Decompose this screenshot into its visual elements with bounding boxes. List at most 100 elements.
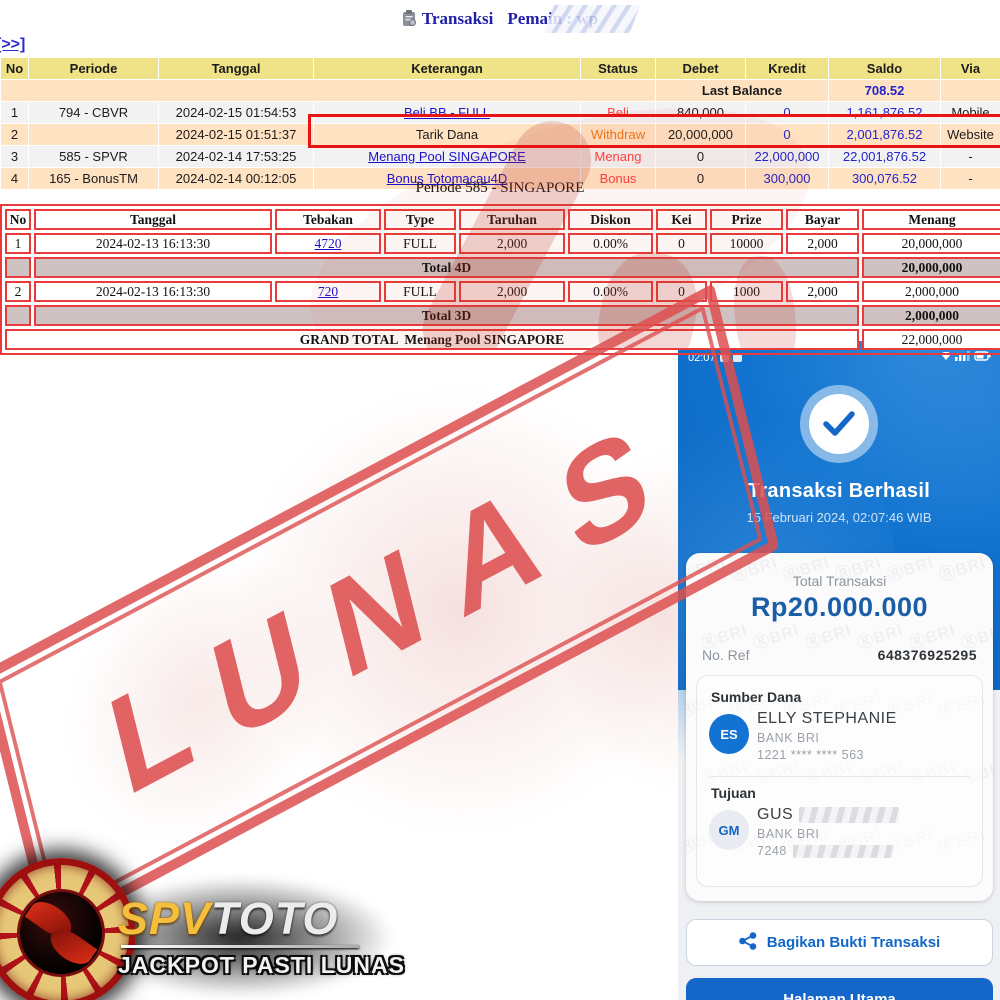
cell-tanggal: 2024-02-14 17:53:25 [159, 146, 314, 168]
cell-prize: 1000 [710, 281, 783, 302]
total-4d-row: Total 4D 20,000,000 [5, 257, 1000, 278]
col-bayar: Bayar [786, 209, 859, 230]
tebakan-link[interactable]: 720 [318, 284, 338, 299]
divider [709, 776, 970, 777]
table-row-highlighted: 2 2024-02-15 01:51:37 Tarik Dana Withdra… [1, 124, 1000, 146]
total-4d-value: 20,000,000 [862, 257, 1000, 278]
cell-debet: 20,000,000 [656, 124, 746, 146]
bet-row: 1 2024-02-13 16:13:30 4720 FULL 2,000 0.… [5, 233, 1000, 254]
cell-kredit: 22,000,000 [746, 146, 829, 168]
brand-name-gold: SPV [118, 893, 211, 944]
censored-name [799, 807, 899, 823]
success-check-icon [800, 385, 878, 463]
cell-kredit: 0 [746, 124, 829, 146]
cell-diskon: 0.00% [568, 281, 653, 302]
last-balance-value: 708.52 [829, 80, 941, 102]
cell-keterangan: Tarik Dana [314, 124, 581, 146]
cell-periode [29, 124, 159, 146]
pagination-next-link[interactable]: [>>] [0, 36, 25, 54]
cell-kredit: 0 [746, 102, 829, 124]
share-receipt-button[interactable]: Bagikan Bukti Transaksi [686, 919, 993, 966]
parties-box: Sumber Dana ES ELLY STEPHANIE BANK BRI 1… [696, 675, 983, 887]
cell-status: Withdraw [581, 124, 656, 146]
page-title-text: Transaksi [422, 9, 494, 28]
cell-debet: 0 [656, 146, 746, 168]
cell-saldo: 2,001,876.52 [829, 124, 941, 146]
cell-no: 2 [1, 124, 29, 146]
source-name: ELLY STEPHANIE [757, 710, 974, 728]
bet-header-row: No Tanggal Tebakan Type Taruhan Diskon K… [5, 209, 1000, 230]
brand-name-silver: TOTO [211, 893, 338, 944]
ref-value: 648376925295 [878, 647, 977, 663]
col-prize: Prize [710, 209, 783, 230]
grand-total-value: 22,000,000 [862, 329, 1000, 350]
col-keterangan: Keterangan [314, 58, 581, 80]
source-section-label: Sumber Dana [711, 689, 982, 705]
keterangan-link[interactable]: Menang Pool SINGAPORE [368, 149, 526, 164]
cell-via: Mobile [941, 102, 1000, 124]
total-3d-value: 2,000,000 [862, 305, 1000, 326]
col-tebakan: Tebakan [275, 209, 381, 230]
cell-via: - [941, 146, 1000, 168]
tebakan-link[interactable]: 4720 [315, 236, 342, 251]
cell-no: 3 [1, 146, 29, 168]
cell-saldo: 22,001,876.52 [829, 146, 941, 168]
col-kredit: Kredit [746, 58, 829, 80]
transactions-table: No Periode Tanggal Keterangan Status Deb… [0, 57, 1000, 190]
clipboard-icon [402, 10, 417, 32]
col-no: No [1, 58, 29, 80]
keterangan-link[interactable]: Beli BB - FULL [404, 105, 490, 120]
cell-status: Menang [581, 146, 656, 168]
table-row: 1 794 - CBVR 2024-02-15 01:54:53 Beli BB… [1, 102, 1000, 124]
brand-block: SPVTOTO JACKPOT PASTI LUNAS [118, 894, 405, 979]
home-button[interactable]: Halaman Utama [686, 978, 993, 1000]
grand-total-row: GRAND TOTAL Menang Pool SINGAPORE 22,000… [5, 329, 1000, 350]
home-button-label: Halaman Utama [783, 991, 896, 1000]
cell-kei: 0 [656, 281, 707, 302]
col-menang: Menang [862, 209, 1000, 230]
cell-taruhan: 2,000 [459, 281, 565, 302]
cell-no: 1 [1, 102, 29, 124]
total-4d-label: Total 4D [34, 257, 859, 278]
cell-status: Beli [581, 102, 656, 124]
col-saldo: Saldo [829, 58, 941, 80]
cell-tanggal: 2024-02-13 16:13:30 [34, 233, 272, 254]
cell-no: 1 [5, 233, 31, 254]
col-periode: Periode [29, 58, 159, 80]
cell-via: Website [941, 124, 1000, 146]
ref-label: No. Ref [702, 647, 749, 663]
destination-name: GUS [757, 806, 974, 824]
col-status: Status [581, 58, 656, 80]
cell-type: FULL [384, 281, 456, 302]
transactions-header-row: No Periode Tanggal Keterangan Status Deb… [1, 58, 1000, 80]
cell-tanggal: 2024-02-15 01:54:53 [159, 102, 314, 124]
col-via: Via [941, 58, 1000, 80]
col-tanggal: Tanggal [159, 58, 314, 80]
destination-section-label: Tujuan [711, 785, 982, 801]
brand-name: SPVTOTO [118, 894, 405, 944]
cell-diskon: 0.00% [568, 233, 653, 254]
receipt-datetime: 15 Februari 2024, 02:07:46 WIB [678, 510, 1000, 525]
grand-total-label: GRAND TOTAL Menang Pool SINGAPORE [5, 329, 859, 350]
cell-menang: 20,000,000 [862, 233, 1000, 254]
share-button-label: Bagikan Bukti Transaksi [767, 934, 940, 951]
cell-prize: 10000 [710, 233, 783, 254]
lunas-stamp-text: LUNAS [68, 388, 691, 834]
cell-tanggal: 2024-02-15 01:51:37 [159, 124, 314, 146]
periode-caption: Periode 585 - SINGAPORE [0, 180, 1000, 197]
table-row: 3 585 - SPVR 2024-02-14 17:53:25 Menang … [1, 146, 1000, 168]
last-balance-label: Last Balance [656, 80, 829, 102]
bet-row: 2 2024-02-13 16:13:30 720 FULL 2,000 0.0… [5, 281, 1000, 302]
bet-detail-table: No Tanggal Tebakan Type Taruhan Diskon K… [0, 204, 1000, 355]
cell-bayar: 2,000 [786, 233, 859, 254]
col-no: No [5, 209, 31, 230]
last-balance-row: Last Balance 708.52 [1, 80, 1000, 102]
source-account: 1221 **** **** 563 [757, 748, 974, 762]
cell-kei: 0 [656, 233, 707, 254]
source-party: ES ELLY STEPHANIE BANK BRI 1221 **** ***… [697, 705, 982, 770]
reference-row: No. Ref 648376925295 [686, 647, 993, 663]
col-type: Type [384, 209, 456, 230]
total-transaksi-label: Total Transaksi [686, 573, 993, 589]
brand-tagline: JACKPOT PASTI LUNAS [118, 952, 405, 979]
cell-type: FULL [384, 233, 456, 254]
